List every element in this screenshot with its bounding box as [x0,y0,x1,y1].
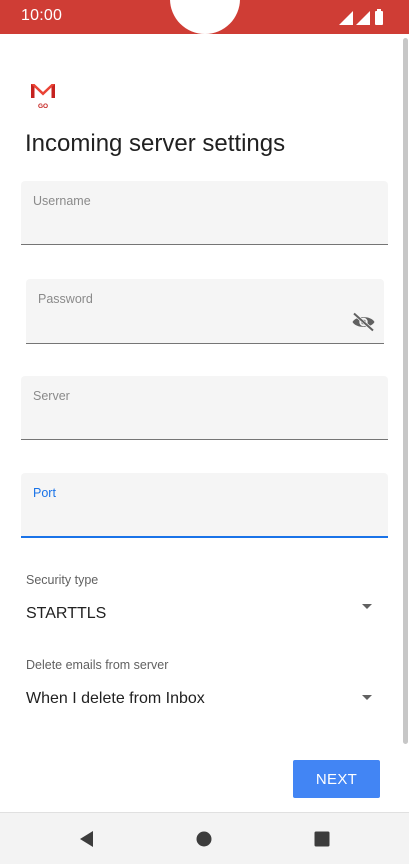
security-type-dropdown[interactable]: STARTTLS [21,595,388,635]
status-bar: 10:00 [0,0,409,34]
signal-battery-icons [339,9,383,25]
cell-signal-icon [356,11,370,25]
server-input[interactable] [33,415,376,433]
gmail-go-logo-icon: GO [31,84,55,110]
password-label: Password [38,292,93,306]
page-title: Incoming server settings [25,130,286,157]
recents-square-icon[interactable] [312,829,332,849]
port-field[interactable]: Port [21,473,388,538]
logo-text: GO [38,103,48,110]
dropdown-arrow-icon [362,695,372,700]
security-type-label: Security type [26,573,99,587]
back-triangle-icon[interactable] [77,829,97,849]
username-input[interactable] [33,220,376,238]
scrollbar[interactable] [403,38,408,744]
security-type-value: STARTTLS [26,605,107,622]
username-label: Username [33,194,91,208]
server-field[interactable]: Server [21,376,388,440]
status-time: 10:00 [21,7,63,24]
dropdown-arrow-icon [362,604,372,609]
port-input[interactable] [33,512,376,530]
server-label: Server [33,389,70,403]
navigation-bar [0,812,409,864]
delete-emails-value: When I delete from Inbox [26,690,205,707]
next-button[interactable]: NEXT [293,760,380,798]
port-label: Port [33,486,56,500]
visibility-off-icon[interactable] [351,312,376,332]
battery-icon [375,11,383,25]
delete-emails-label: Delete emails from server [26,658,169,672]
delete-emails-dropdown[interactable]: When I delete from Inbox [21,681,388,721]
camera-notch [170,0,240,34]
password-input[interactable] [38,319,372,337]
wifi-signal-icon [339,11,353,25]
password-field[interactable]: Password [26,279,384,344]
home-circle-icon[interactable] [194,829,214,849]
username-field[interactable]: Username [21,181,388,245]
